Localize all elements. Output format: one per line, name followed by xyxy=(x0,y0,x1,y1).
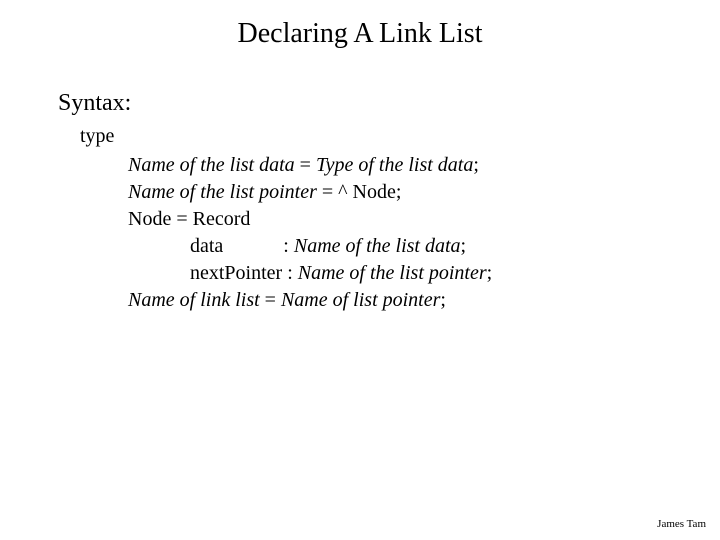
slide-body: Syntax: type Name of the list data = Typ… xyxy=(58,90,680,314)
code-text: ; xyxy=(487,262,493,284)
code-block: Name of the list data = Type of the list… xyxy=(128,152,680,314)
code-line-4: data : Name of the list data; xyxy=(190,233,680,260)
code-text: Name of link list xyxy=(128,289,260,311)
slide: Declaring A Link List Syntax: type Name … xyxy=(0,0,720,540)
code-text: Name of the list data xyxy=(128,154,295,176)
code-line-6: Name of link list = Name of list pointer… xyxy=(128,287,680,314)
code-text: ; xyxy=(461,235,467,257)
code-text: data : xyxy=(190,235,294,257)
code-text: Type of the list data xyxy=(316,154,473,176)
code-text: Name of the list pointer xyxy=(128,181,317,203)
code-text: Name of the list data xyxy=(294,235,461,257)
code-line-3: Node = Record xyxy=(128,206,680,233)
code-text: = xyxy=(260,289,281,311)
code-text: Node = Record xyxy=(128,208,250,230)
code-line-5: nextPointer : Name of the list pointer; xyxy=(190,260,680,287)
type-keyword: type xyxy=(80,125,680,148)
code-line-1: Name of the list data = Type of the list… xyxy=(128,152,680,179)
slide-title: Declaring A Link List xyxy=(0,18,720,50)
code-text: ; xyxy=(473,154,479,176)
code-text: = ^ Node; xyxy=(317,181,402,203)
footer-author: James Tam xyxy=(657,518,706,530)
code-line-2: Name of the list pointer = ^ Node; xyxy=(128,179,680,206)
code-text: nextPointer : xyxy=(190,262,298,284)
syntax-label: Syntax: xyxy=(58,90,680,117)
code-text: ; xyxy=(440,289,446,311)
code-text: Name of the list pointer xyxy=(298,262,487,284)
code-text: = xyxy=(295,154,316,176)
code-text: Name of list pointer xyxy=(281,289,440,311)
